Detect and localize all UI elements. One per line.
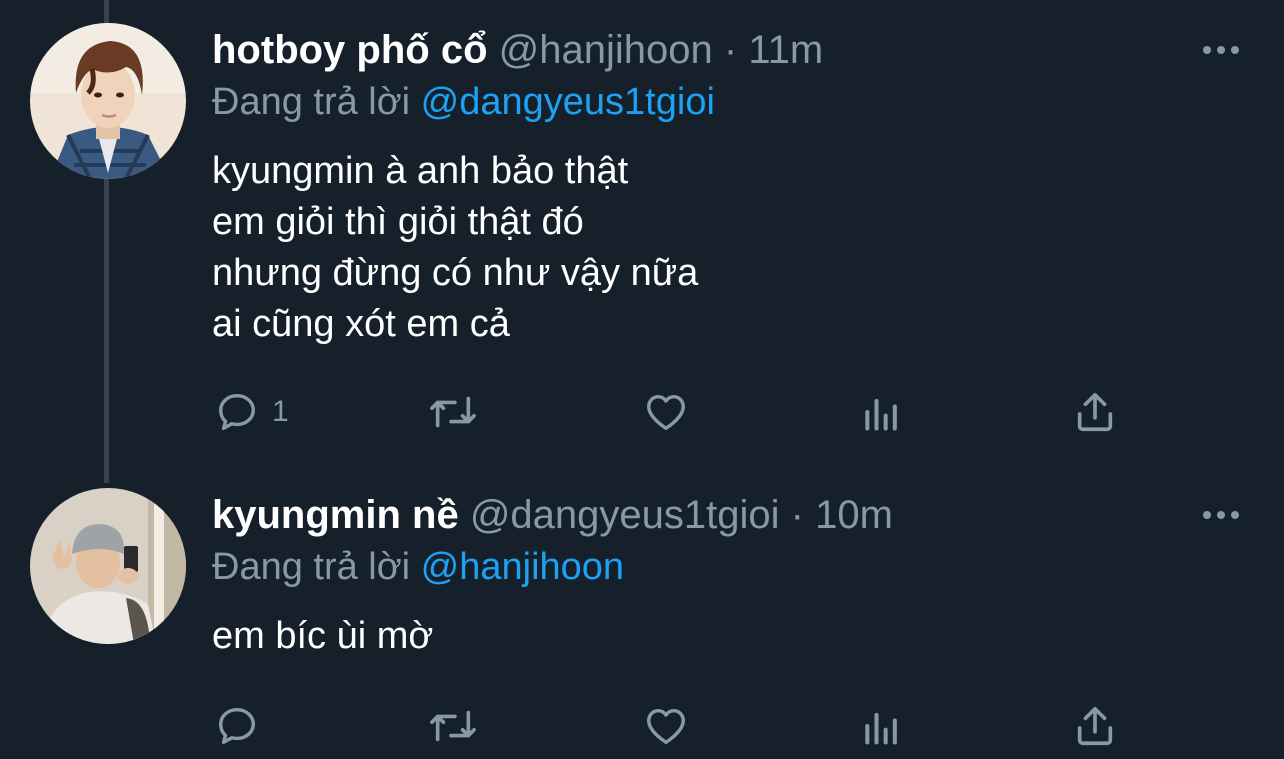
reply-button[interactable]: 1 [214, 388, 289, 436]
mention-link[interactable]: @dangyeus1tgioi [421, 81, 715, 123]
avatar-photo-hanjihoon [30, 23, 186, 179]
mention-link[interactable]: @hanjihoon [421, 546, 624, 588]
heart-icon [647, 394, 685, 431]
more-icon-dot [1217, 511, 1225, 519]
more-icon-dot [1231, 511, 1239, 519]
reply-button[interactable] [214, 702, 260, 750]
tweet-header: kyungmin nề @dangyeus1tgioi · 10m [212, 492, 893, 538]
tweet-text: kyungmin à anh bảo thật em giỏi thì giỏi… [212, 146, 698, 350]
user-handle[interactable]: @dangyeus1tgioi [470, 493, 780, 537]
tweet-text-line: nhưng đừng có như vậy nữa [212, 252, 699, 294]
user-handle[interactable]: @hanjihoon [499, 28, 713, 72]
avatar-dangyeus1tgioi[interactable] [30, 488, 186, 644]
more-icon-dot [1231, 46, 1239, 54]
display-name[interactable]: kyungmin nề [212, 493, 459, 537]
share-button[interactable] [1072, 388, 1118, 436]
tweet-timestamp[interactable]: 10m [815, 493, 893, 537]
more-icon-dot [1203, 46, 1211, 54]
more-options-button[interactable] [1196, 500, 1246, 530]
replying-to-line: Đang trả lời @hanjihoon [212, 544, 624, 590]
like-button[interactable] [642, 388, 690, 436]
retweet-button[interactable] [426, 388, 480, 436]
tweet-timestamp[interactable]: 11m [748, 28, 823, 72]
analytics-icon [865, 712, 897, 745]
more-icon-dot [1217, 46, 1225, 54]
share-button[interactable] [1072, 702, 1118, 750]
replying-to-label: Đang trả lời [212, 546, 411, 588]
avatar-photo-dangyeus1tgioi [30, 488, 186, 644]
reply-count: 1 [272, 395, 289, 428]
analytics-button[interactable] [860, 702, 904, 750]
display-name[interactable]: hotboy phố cổ [212, 28, 488, 72]
share-icon [1077, 392, 1113, 432]
replying-to-label: Đang trả lời [212, 81, 411, 123]
retweet-button[interactable] [426, 702, 480, 750]
heart-icon [647, 708, 685, 745]
analytics-icon [865, 398, 897, 431]
replying-to-line: Đang trả lời @dangyeus1tgioi [212, 79, 715, 125]
tweet-header: hotboy phố cổ @hanjihoon · 11m [212, 27, 823, 73]
reply-icon [218, 707, 256, 745]
tweet-text-line: kyungmin à anh bảo thật [212, 150, 629, 192]
avatar-hanjihoon[interactable] [30, 23, 186, 179]
tweet-text: em bíc ùi mờ [212, 611, 433, 662]
share-icon [1077, 706, 1113, 746]
retweet-icon [430, 396, 476, 428]
tweet-text-line: em bíc ùi mờ [212, 615, 434, 657]
tweet-text-line: em giỏi thì giỏi thật đó [212, 201, 584, 243]
more-icon-dot [1203, 511, 1211, 519]
reply-icon [218, 393, 256, 431]
like-button[interactable] [642, 702, 690, 750]
retweet-icon [430, 710, 476, 742]
separator-dot: · [790, 493, 804, 537]
analytics-button[interactable] [860, 388, 904, 436]
separator-dot: · [723, 28, 738, 72]
tweet-text-line: ai cũng xót em cả [212, 303, 510, 345]
more-options-button[interactable] [1196, 35, 1246, 65]
